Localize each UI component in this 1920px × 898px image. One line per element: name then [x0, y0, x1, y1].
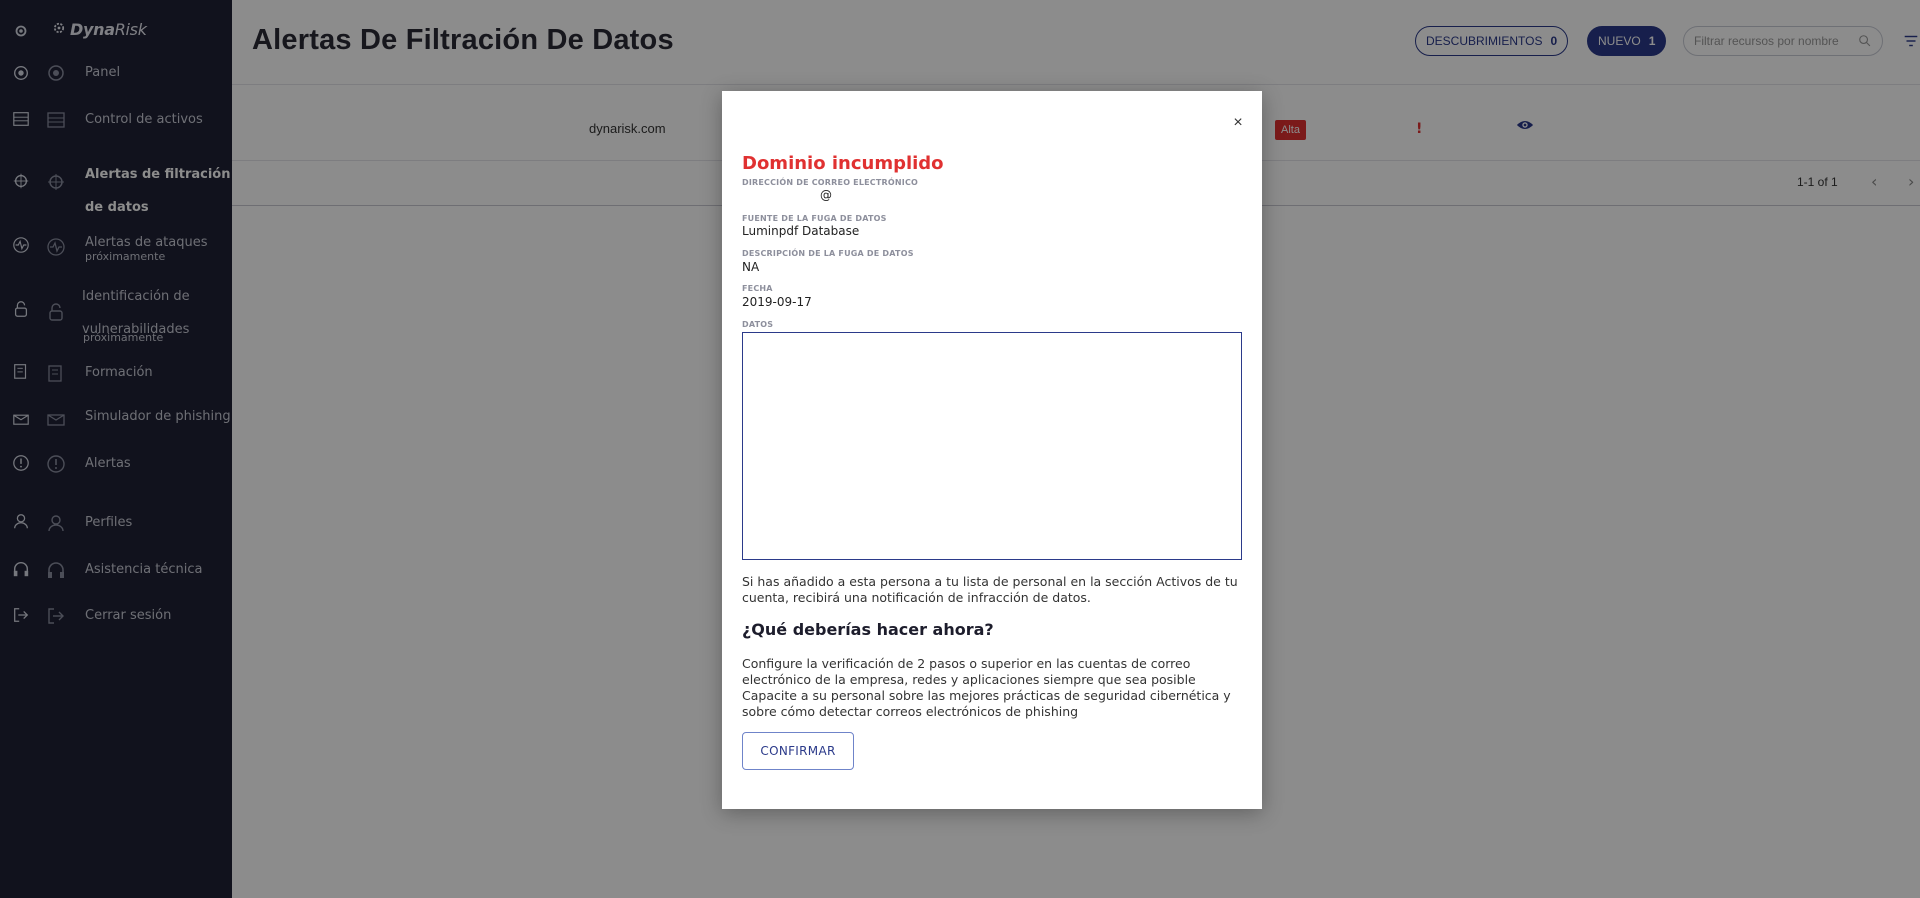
confirm-button[interactable]: CONFIRMAR: [742, 732, 854, 770]
description-value: NA: [742, 260, 760, 274]
source-label: FUENTE DE LA FUGA DE DATOS: [742, 214, 887, 223]
advice-item: Capacite a su personal sobre las mejores…: [742, 688, 1231, 719]
data-textarea[interactable]: [742, 332, 1242, 560]
date-value: 2019-09-17: [742, 295, 812, 309]
email-label: DIRECCIÓN DE CORREO ELECTRÓNICO: [742, 178, 919, 187]
advice-item: Configure la verificación de 2 pasos o s…: [742, 656, 1196, 687]
source-value: Luminpdf Database: [742, 224, 860, 238]
email-value: @: [820, 188, 832, 202]
data-label: DATOS: [742, 320, 774, 329]
modal-title: Dominio incumplido: [742, 153, 944, 174]
breach-detail-modal: × Dominio incumplido DIRECCIÓN DE CORREO…: [722, 91, 1262, 809]
date-label: FECHA: [742, 284, 773, 293]
description-label: DESCRIPCIÓN DE LA FUGA DE DATOS: [742, 249, 914, 258]
what-now-heading: ¿Qué deberías hacer ahora?: [742, 620, 994, 639]
notification-info-text: Si has añadido a esta persona a tu lista…: [742, 574, 1238, 605]
close-icon[interactable]: ×: [1230, 115, 1246, 131]
